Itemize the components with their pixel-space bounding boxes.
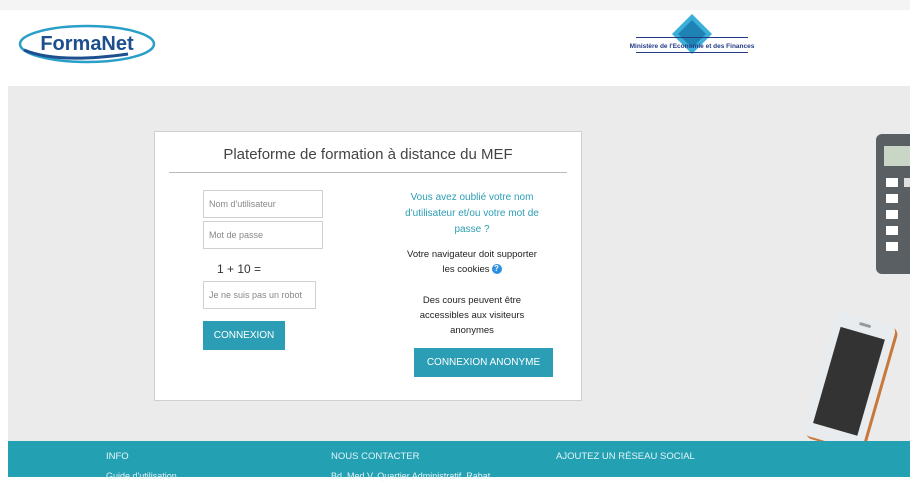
cookies-notice: Votre navigateur doit supporter les cook… [405, 247, 539, 277]
ministry-name: Ministère de l'Economie et des Finances [629, 43, 755, 50]
footer-info-heading: INFO [106, 451, 129, 462]
phone-illustration [803, 311, 898, 441]
title-divider [169, 172, 567, 173]
guest-login-button[interactable]: CONNEXION ANONYME [414, 348, 553, 377]
guest-notice: Des cours peuvent être accessibles aux v… [419, 295, 525, 336]
top-strip [0, 0, 910, 10]
username-input[interactable] [203, 190, 323, 218]
site-header: FormaNet Ministère de l'Economie et des … [8, 10, 910, 86]
footer-contact-heading: NOUS CONTACTER [331, 451, 420, 462]
password-input[interactable] [203, 221, 323, 249]
login-panel: Plateforme de formation à distance du ME… [154, 131, 582, 401]
ministry-emblem: Ministère de l'Economie et des Finances [628, 10, 756, 62]
formanet-logo[interactable]: FormaNet [18, 24, 156, 64]
cookies-notice-text: Votre navigateur doit supporter les cook… [407, 249, 537, 275]
footer-contact-address: Bd. Med V, Quartier Administratif, Rabat [331, 471, 491, 481]
captcha-input[interactable] [203, 281, 316, 309]
captcha-question: 1 + 10 = [217, 262, 262, 276]
logo-text: FormaNet [40, 33, 134, 55]
footer-info-link[interactable]: Guide d'utilisation [106, 471, 177, 481]
site-footer: INFO Guide d'utilisation NOUS CONTACTER … [8, 441, 910, 481]
main-area: Plateforme de formation à distance du ME… [8, 86, 910, 441]
forgot-password-link[interactable]: Vous avez oublié votre nom d'utilisateur… [401, 190, 543, 238]
footer-social-heading: AJOUTEZ UN RÉSEAU SOCIAL [556, 451, 695, 462]
calculator-illustration [876, 134, 910, 274]
page-title: Plateforme de formation à distance du ME… [223, 146, 513, 163]
help-icon[interactable]: ? [491, 264, 502, 275]
login-button[interactable]: CONNEXION [203, 321, 285, 350]
